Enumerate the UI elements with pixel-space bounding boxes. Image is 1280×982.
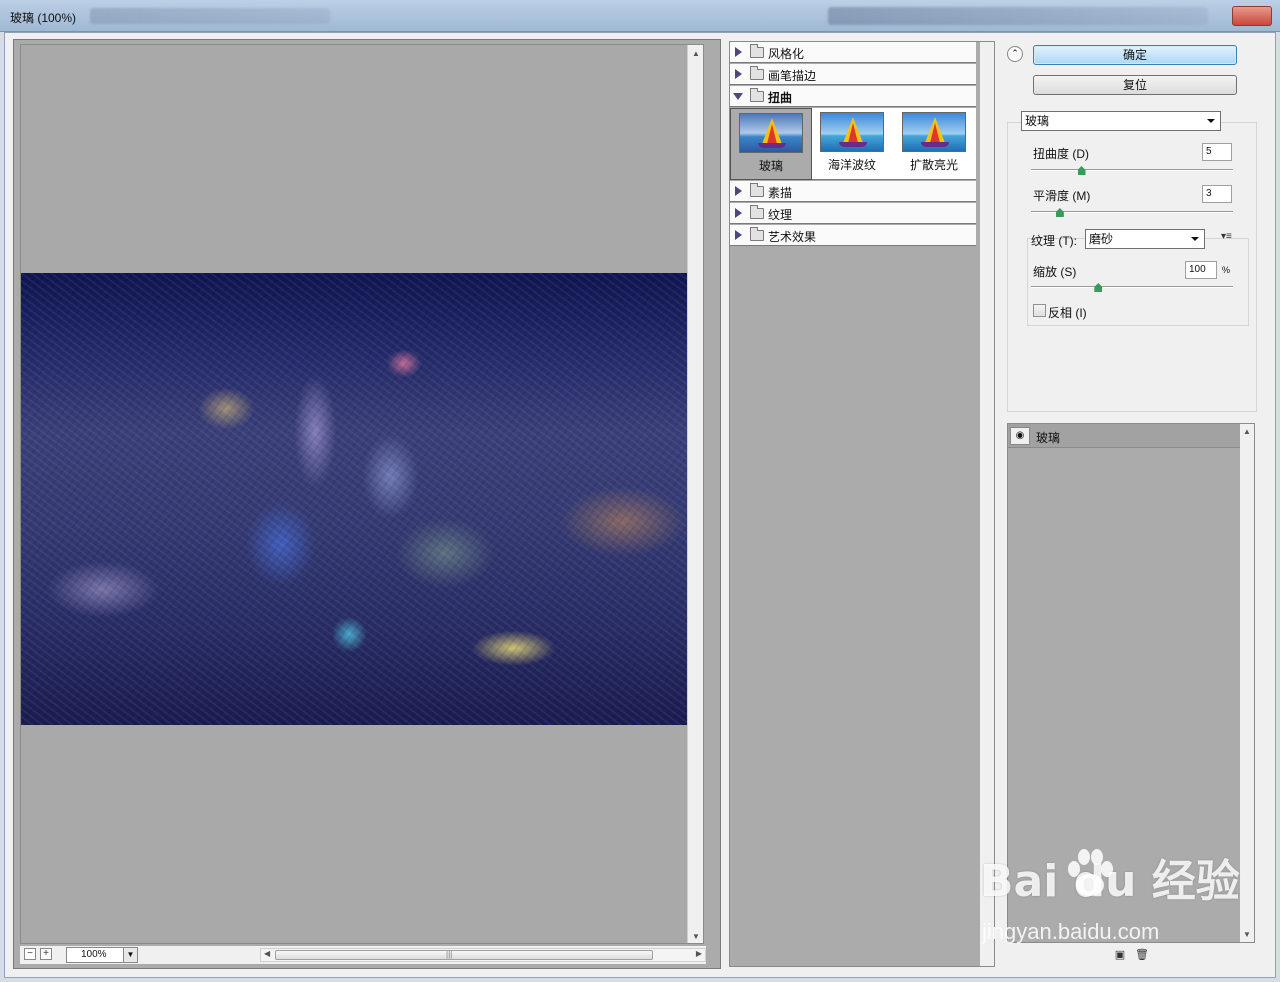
new-layer-icon[interactable]: ▣ — [1113, 948, 1127, 962]
filter-thumb-ocean-ripple[interactable]: 海洋波纹 — [812, 108, 894, 180]
filter-thumb-diffuse-glow[interactable]: 扩散亮光 — [894, 108, 976, 180]
zoom-out-button[interactable]: − — [24, 948, 36, 960]
texture-select-value: 磨砂 — [1089, 232, 1114, 246]
expand-arrow-icon[interactable] — [735, 186, 742, 196]
smoothness-input[interactable]: 3 — [1202, 185, 1232, 203]
texture-menu-icon[interactable]: ▾≡ — [1221, 231, 1232, 242]
folder-icon — [750, 205, 764, 219]
layer-actions: ▣ 🗑 — [1113, 948, 1157, 962]
category-label: 艺术效果 — [768, 230, 817, 244]
filter-select-value: 玻璃 — [1025, 114, 1050, 128]
distortion-label: 扭曲度 (D) — [1033, 147, 1089, 161]
distortion-input[interactable]: 5 — [1202, 143, 1232, 161]
collapse-arrow-icon[interactable] — [733, 93, 743, 100]
category-texture[interactable]: 纹理 — [730, 203, 976, 224]
preview-horizontal-scrollbar[interactable]: ◀ ||| ▶ — [260, 948, 706, 962]
expand-arrow-icon[interactable] — [735, 69, 742, 79]
category-distort[interactable]: 扭曲 — [730, 86, 976, 107]
paw-icon — [1068, 849, 1113, 896]
chevron-down-icon[interactable] — [1191, 237, 1199, 241]
scroll-left-icon[interactable]: ◀ — [264, 949, 270, 958]
category-label: 风格化 — [768, 47, 805, 61]
category-label: 纹理 — [768, 208, 793, 222]
folder-open-icon — [750, 88, 764, 102]
ok-button[interactable]: 确定 — [1033, 45, 1237, 65]
slider-knob[interactable] — [1094, 283, 1103, 292]
zoom-select[interactable]: 100% ▼ — [66, 947, 138, 963]
trash-icon[interactable]: 🗑 — [1135, 948, 1149, 962]
filter-gallery-tree: 风格化 画笔描边 扭曲 玻璃 海洋波纹 扩散亮光 素描 纹理 艺术效果 — [729, 41, 995, 967]
preview-canvas[interactable]: ▲ ▼ — [20, 44, 704, 944]
folder-icon — [750, 183, 764, 197]
thumb-label: 海洋波纹 — [827, 158, 876, 172]
scaling-unit: % — [1222, 265, 1231, 275]
expand-arrow-icon[interactable] — [735, 47, 742, 57]
scroll-right-icon[interactable]: ▶ — [696, 949, 702, 958]
chevron-down-icon[interactable] — [1207, 119, 1215, 123]
category-artistic[interactable]: 艺术效果 — [730, 225, 976, 246]
zoom-bar: − + 100% ▼ ◀ ||| ▶ — [20, 946, 706, 964]
layer-label: 玻璃 — [1036, 431, 1061, 445]
texture-select[interactable]: 磨砂 — [1085, 229, 1205, 249]
filter-gallery-dialog: ▲ ▼ − + 100% ▼ ◀ ||| ▶ 风格化 画笔描边 扭曲 玻璃 海洋… — [4, 32, 1276, 978]
zoom-value: 100% — [81, 949, 107, 960]
window-title: 玻璃 (100%) — [10, 11, 77, 25]
scroll-grip-icon: ||| — [446, 950, 453, 959]
expand-arrow-icon[interactable] — [735, 208, 742, 218]
distortion-slider[interactable] — [1031, 166, 1233, 176]
texture-label: 纹理 (T): — [1031, 234, 1077, 248]
layer-row[interactable]: ◉ 玻璃 — [1008, 424, 1240, 448]
scaling-slider[interactable] — [1031, 283, 1233, 293]
thumb-label: 扩散亮光 — [909, 158, 958, 172]
blurred-toolbar — [90, 8, 330, 24]
invert-label: 反相 (I) — [1048, 306, 1087, 320]
scaling-input[interactable]: 100 — [1185, 261, 1217, 279]
folder-icon — [750, 66, 764, 80]
category-label: 画笔描边 — [768, 69, 817, 83]
eye-icon[interactable]: ◉ — [1010, 427, 1030, 445]
filter-thumb-glass[interactable]: 玻璃 — [730, 108, 812, 180]
chevron-down-icon[interactable]: ▼ — [123, 948, 137, 962]
scroll-thumb[interactable] — [275, 950, 653, 960]
sailboat-thumbnail — [902, 112, 966, 152]
category-stylize[interactable]: 风格化 — [730, 42, 976, 63]
preview-panel: ▲ ▼ − + 100% ▼ ◀ ||| ▶ — [13, 39, 721, 969]
blurred-toolbar-right — [828, 7, 1208, 25]
scroll-up-icon[interactable]: ▲ — [692, 49, 700, 58]
category-label: 扭曲 — [768, 91, 793, 105]
preview-vertical-scrollbar[interactable]: ▲ ▼ — [687, 45, 703, 943]
slider-knob[interactable] — [1077, 166, 1086, 175]
thumb-label: 玻璃 — [758, 159, 783, 173]
preview-image — [21, 273, 703, 725]
scroll-down-icon[interactable]: ▼ — [1243, 930, 1251, 939]
expand-arrow-icon[interactable] — [735, 230, 742, 240]
category-sketch[interactable]: 素描 — [730, 181, 976, 202]
scroll-down-icon[interactable]: ▼ — [692, 932, 700, 941]
category-label: 素描 — [768, 186, 793, 200]
gallery-scrollbar[interactable] — [980, 42, 994, 966]
filter-thumbnails: 玻璃 海洋波纹 扩散亮光 — [730, 108, 976, 180]
zoom-in-button[interactable]: + — [40, 948, 52, 960]
slider-knob[interactable] — [1055, 208, 1064, 217]
sailboat-thumbnail — [820, 112, 884, 152]
close-button[interactable] — [1232, 6, 1272, 26]
sailboat-thumbnail — [739, 113, 803, 153]
category-brush-strokes[interactable]: 画笔描边 — [730, 64, 976, 85]
scaling-label: 缩放 (S) — [1033, 265, 1077, 279]
filter-select[interactable]: 玻璃 — [1021, 111, 1221, 131]
smoothness-label: 平滑度 (M) — [1033, 189, 1091, 203]
watermark-url: jingyan.baidu.com — [982, 919, 1160, 944]
invert-checkbox[interactable] — [1033, 304, 1046, 317]
reset-button[interactable]: 复位 — [1033, 75, 1237, 95]
scroll-up-icon[interactable]: ▲ — [1243, 427, 1251, 436]
folder-icon — [750, 227, 764, 241]
folder-icon — [750, 44, 764, 58]
collapse-gallery-button[interactable]: ⌃ — [1007, 46, 1023, 62]
title-bar: 玻璃 (100%) — [0, 0, 1280, 32]
layers-scrollbar[interactable]: ▲ ▼ — [1240, 424, 1254, 942]
smoothness-slider[interactable] — [1031, 208, 1233, 218]
